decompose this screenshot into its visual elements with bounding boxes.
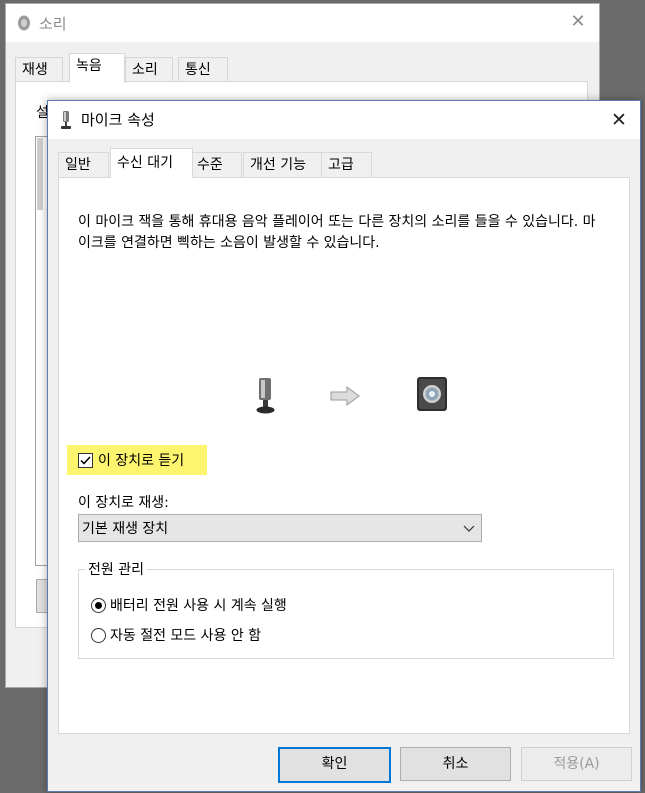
apply-button[interactable]: 적용(A) [521,747,632,781]
dialog-titlebar: 마이크 속성 ✕ [48,101,640,139]
radio-selected-dot [95,602,102,609]
bg-tab-recording[interactable]: 녹음 [69,53,125,83]
listen-checkbox-label: 이 장치로 듣기 [98,453,185,469]
tab-strip: 일반 수신 대기 수준 개선 기능 고급 [58,148,618,178]
tab-listen[interactable]: 수신 대기 [110,148,193,178]
background-titlebar: 소리 ✕ [6,4,599,42]
tab-general[interactable]: 일반 [58,152,109,177]
radio-button[interactable] [91,628,106,643]
bg-tab-playback[interactable]: 재생 [15,57,63,82]
playback-device-label: 이 장치로 재생: [78,495,169,511]
listen-description: 이 마이크 잭을 통해 휴대용 음악 플레이어 또는 다른 장치의 소리를 들을… [78,214,596,251]
dialog-title: 마이크 속성 [81,111,155,129]
listen-illustration [59,373,629,423]
microphone-properties-dialog: 마이크 속성 ✕ 일반 수신 대기 수준 개선 기능 고급 이 마이크 잭을 통… [47,100,641,792]
chevron-down-icon [463,525,475,532]
tab-enhancements[interactable]: 개선 기능 [243,152,327,177]
background-window-title: 소리 [39,15,67,33]
radio-button[interactable] [91,598,106,613]
tab-levels[interactable]: 수준 [190,152,242,177]
speaker-app-icon [18,15,30,31]
checkmark-icon [80,456,91,465]
close-icon[interactable]: ✕ [606,107,632,133]
listen-checkbox-row[interactable]: 이 장치로 듣기 [67,445,207,475]
arrow-right-icon [330,386,360,406]
power-management-title: 전원 관리 [85,559,147,579]
bg-tab-communications[interactable]: 통신 [178,57,228,82]
listen-tab-panel: 이 마이크 잭을 통해 휴대용 음악 플레이어 또는 다른 장치의 소리를 들을… [58,177,630,734]
microphone-icon [256,378,275,414]
power-management-group: 전원 관리 배터리 전원 사용 시 계속 실행 자동 절전 모드 사용 안 함 [78,559,614,659]
cancel-button[interactable]: 취소 [400,747,511,781]
ok-button[interactable]: 확인 [278,747,391,783]
bg-tab-sounds[interactable]: 소리 [125,57,173,82]
radio-label: 자동 절전 모드 사용 안 함 [110,628,262,644]
microphone-icon [61,111,71,129]
radio-label: 배터리 전원 사용 시 계속 실행 [110,598,287,614]
background-close-icon[interactable]: ✕ [567,10,589,34]
playback-device-select[interactable]: 기본 재생 장치 [78,514,482,542]
speaker-icon [417,377,447,411]
tab-advanced[interactable]: 고급 [321,152,372,177]
playback-device-value: 기본 재생 장치 [82,521,169,537]
listen-checkbox[interactable] [78,453,93,468]
background-scrollbar[interactable] [37,138,43,210]
